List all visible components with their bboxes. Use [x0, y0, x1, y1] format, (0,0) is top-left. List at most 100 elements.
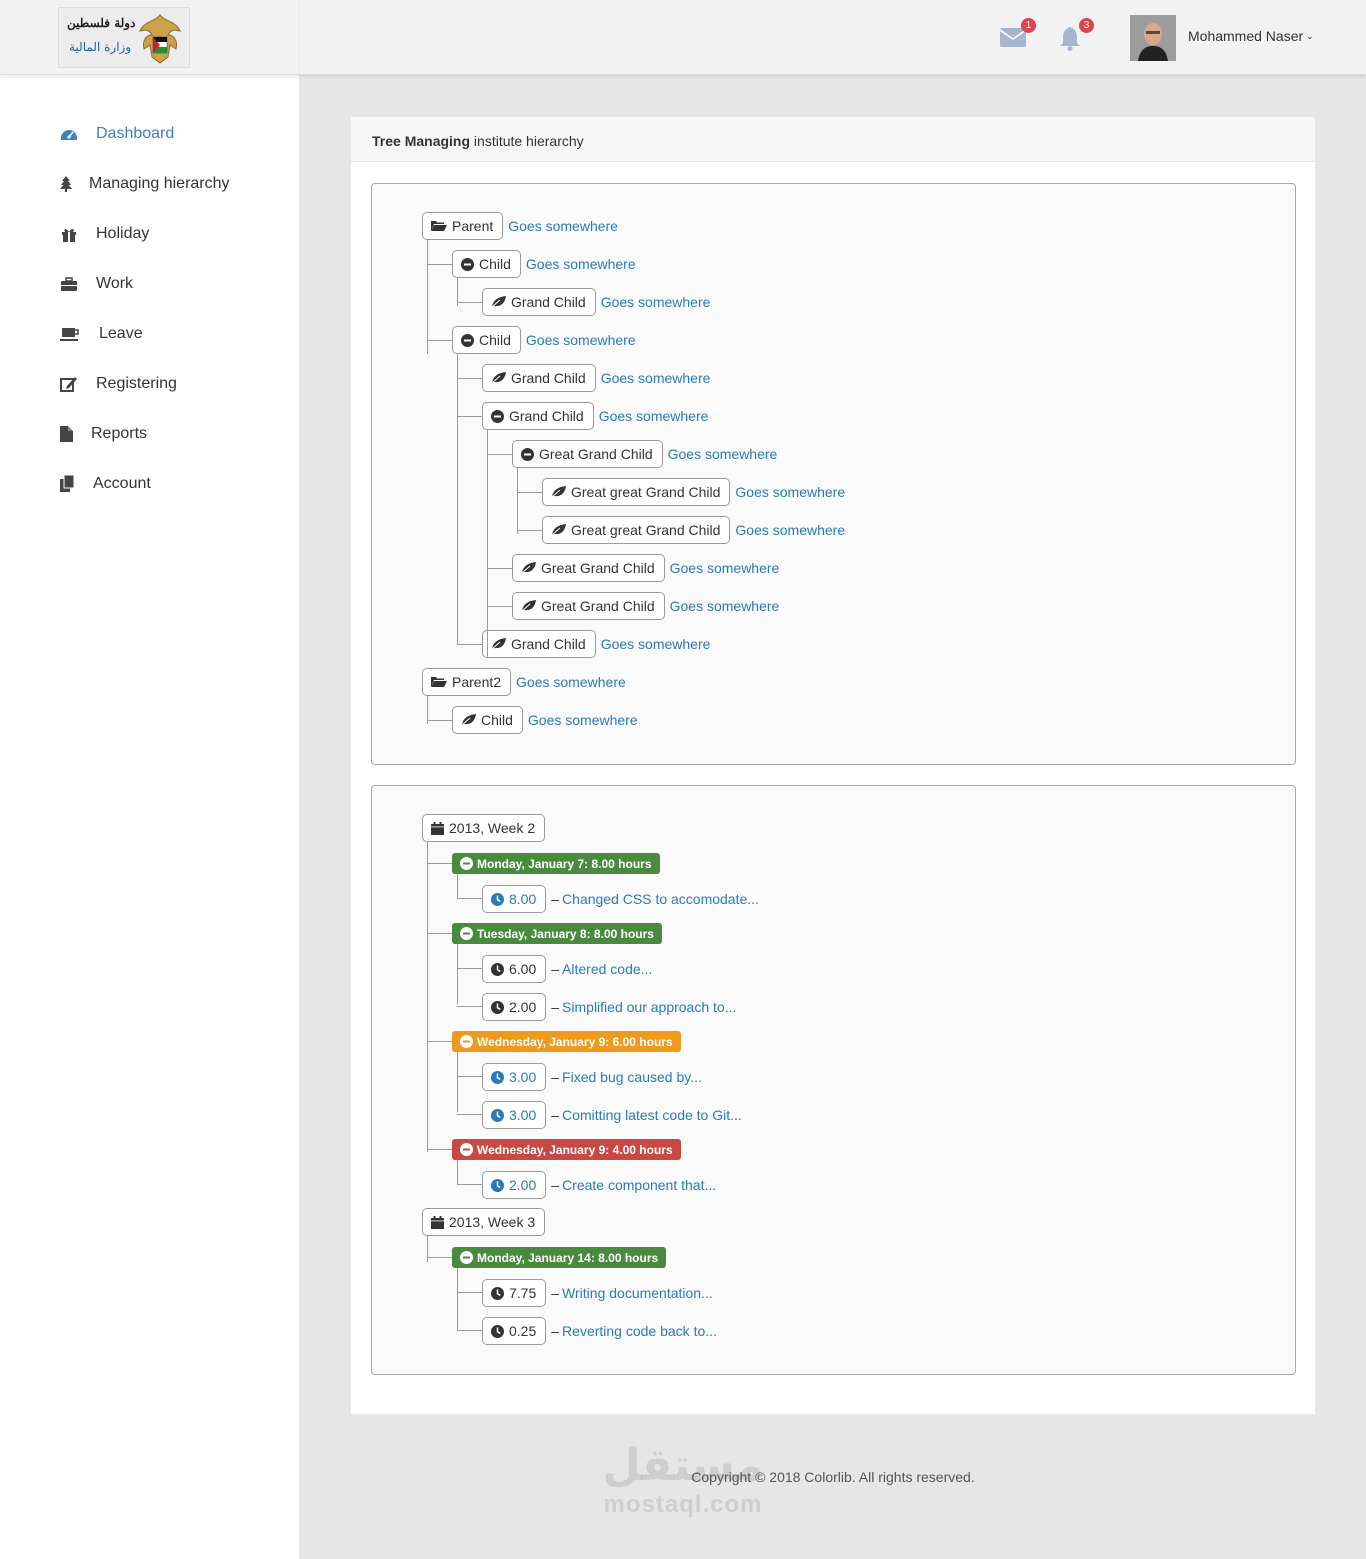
tree-node-link[interactable]: Goes somewhere	[601, 370, 711, 386]
tree-node-toggle[interactable]: Great Grand Child	[512, 440, 663, 468]
task-hours-toggle[interactable]: 8.00	[482, 885, 547, 913]
minus-sign-icon	[491, 409, 504, 423]
day-badge[interactable]: Wednesday, January 9: 6.00 hours	[452, 1031, 681, 1052]
tree-node-toggle[interactable]: Grand Child	[482, 364, 596, 392]
day-node: Wednesday, January 9: 6.00 hours	[452, 1031, 681, 1052]
briefcase-icon	[60, 275, 78, 293]
task-hours: 0.25	[509, 1323, 537, 1339]
task-description-link[interactable]: Reverting code back to...	[562, 1323, 717, 1339]
sidebar-item-label: Leave	[99, 325, 143, 342]
tree-node-link[interactable]: Goes somewhere	[601, 636, 711, 652]
task-description-link[interactable]: Altered code...	[562, 961, 652, 977]
logo-text-line2: وزارة المالية	[69, 40, 132, 54]
timesheet-tree: 2013, Week 2 Monday, January 7: 8.00 hour…	[371, 785, 1296, 1375]
sidebar-item-dashboard[interactable]: Dashboard	[0, 109, 300, 159]
tree-connector	[457, 378, 482, 379]
task-description-link[interactable]: Writing documentation...	[562, 1285, 713, 1301]
day-badge[interactable]: Wednesday, January 9: 4.00 hours	[452, 1139, 681, 1160]
tree-node-link[interactable]: Goes somewhere	[508, 218, 618, 234]
tree-node-link[interactable]: Goes somewhere	[668, 446, 778, 462]
tree-node: Parent Goes somewhere	[422, 212, 618, 240]
week-toggle[interactable]: 2013, Week 3	[422, 1208, 546, 1236]
tree-node-link[interactable]: Goes somewhere	[526, 332, 636, 348]
tree-node-toggle[interactable]: Child	[452, 250, 521, 278]
tree-node-toggle[interactable]: Great great Grand Child	[542, 478, 731, 506]
tree-node-link[interactable]: Goes somewhere	[516, 674, 626, 690]
day-node: Wednesday, January 9: 4.00 hours	[452, 1139, 681, 1160]
leaf-icon	[491, 372, 506, 384]
task-hours-toggle[interactable]: 3.00	[482, 1101, 547, 1129]
minus-sign-icon	[461, 257, 474, 271]
sidebar-item-label: Dashboard	[96, 125, 175, 142]
day-badge[interactable]: Tuesday, January 8: 8.00 hours	[452, 923, 662, 944]
day-badge[interactable]: Monday, January 14: 8.00 hours	[452, 1247, 667, 1268]
tree-node-link[interactable]: Goes somewhere	[528, 712, 638, 728]
task-hours-toggle[interactable]: 7.75	[482, 1279, 547, 1307]
notifications-button[interactable]: 3	[1058, 18, 1094, 51]
tree-node-toggle[interactable]: Great great Grand Child	[542, 516, 731, 544]
logo[interactable]: دولة فلسطين وزارة المالية	[58, 7, 190, 68]
tree-node-link[interactable]: Goes somewhere	[735, 484, 845, 500]
day-label: Monday, January 14: 8.00 hours	[477, 1250, 659, 1265]
week-label: 2013, Week 3	[449, 1214, 536, 1230]
task-node: 8.00 – Changed CSS to accomodate...	[482, 885, 759, 913]
sidebar-item-holiday[interactable]: Holiday	[0, 209, 300, 259]
tree-node-toggle[interactable]: Parent2	[422, 668, 512, 696]
tree-node-toggle[interactable]: Grand Child	[482, 288, 596, 316]
sidebar-item-reports[interactable]: Reports	[0, 409, 300, 459]
task-hours: 3.00	[509, 1069, 537, 1085]
task-hours-toggle[interactable]: 0.25	[482, 1317, 547, 1345]
tree-node-toggle[interactable]: Grand Child	[482, 402, 594, 430]
calendar-icon	[431, 1215, 444, 1229]
task-description-link[interactable]: Fixed bug caused by...	[562, 1069, 702, 1085]
week-toggle[interactable]: 2013, Week 2	[422, 814, 546, 842]
task-hours-toggle[interactable]: 2.00	[482, 993, 547, 1021]
tree-node-toggle[interactable]: Child	[452, 706, 523, 734]
tree-connector	[457, 968, 482, 969]
tree-node-toggle[interactable]: Grand Child	[482, 630, 596, 658]
minus-sign-icon	[460, 857, 473, 870]
avatar[interactable]	[1130, 15, 1176, 61]
tree-node-link[interactable]: Goes somewhere	[670, 598, 780, 614]
day-node: Monday, January 7: 8.00 hours	[452, 853, 660, 874]
tree-node-link[interactable]: Goes somewhere	[599, 408, 709, 424]
tree-node-toggle[interactable]: Great Grand Child	[512, 592, 665, 620]
task-description-link[interactable]: Simplified our approach to...	[562, 999, 736, 1015]
mail-button[interactable]: 1	[999, 18, 1036, 50]
edit-icon	[60, 375, 78, 393]
task-description-link[interactable]: Changed CSS to accomodate...	[562, 891, 759, 907]
tree-connector	[427, 1236, 428, 1262]
tree-node-link[interactable]: Goes somewhere	[735, 522, 845, 538]
sidebar-item-registering[interactable]: Registering	[0, 359, 300, 409]
user-menu[interactable]: Mohammed Naser ⌄	[1188, 28, 1314, 44]
tree-node-toggle[interactable]: Great Grand Child	[512, 554, 665, 582]
tree-connector	[457, 1114, 482, 1115]
time-icon	[491, 1070, 504, 1084]
sidebar-item-managing-hierarchy[interactable]: Managing hierarchy	[0, 159, 300, 209]
task-description-link[interactable]: Create component that...	[562, 1177, 716, 1193]
day-badge[interactable]: Monday, January 7: 8.00 hours	[452, 853, 660, 874]
task-hours-toggle[interactable]: 2.00	[482, 1171, 547, 1199]
tree-node-link[interactable]: Goes somewhere	[601, 294, 711, 310]
tree-node-toggle[interactable]: Child	[452, 326, 521, 354]
day-label: Monday, January 7: 8.00 hours	[477, 856, 652, 871]
sidebar-item-leave[interactable]: Leave	[0, 309, 300, 359]
task-description-link[interactable]: Comitting latest code to Git...	[562, 1107, 742, 1123]
tree-node: Grand Child Goes somewhere	[482, 288, 710, 316]
minus-sign-icon	[460, 927, 473, 940]
tree-node-link[interactable]: Goes somewhere	[670, 560, 780, 576]
tree-node-toggle[interactable]: Parent	[422, 212, 504, 240]
tree-node: Great great Grand Child Goes somewhere	[542, 478, 845, 506]
sidebar-item-label: Account	[93, 475, 151, 492]
tree-connector	[427, 863, 452, 864]
sidebar-item-account[interactable]: Account	[0, 459, 300, 509]
sidebar-item-work[interactable]: Work	[0, 259, 300, 309]
tree-connector	[487, 430, 488, 658]
task-hours-toggle[interactable]: 6.00	[482, 955, 547, 983]
folder-open-icon	[431, 676, 447, 688]
tree-connector	[457, 1160, 458, 1184]
tree-node-link[interactable]: Goes somewhere	[526, 256, 636, 272]
leaf-icon	[491, 638, 506, 650]
leaf-icon	[551, 524, 566, 536]
task-hours-toggle[interactable]: 3.00	[482, 1063, 547, 1091]
